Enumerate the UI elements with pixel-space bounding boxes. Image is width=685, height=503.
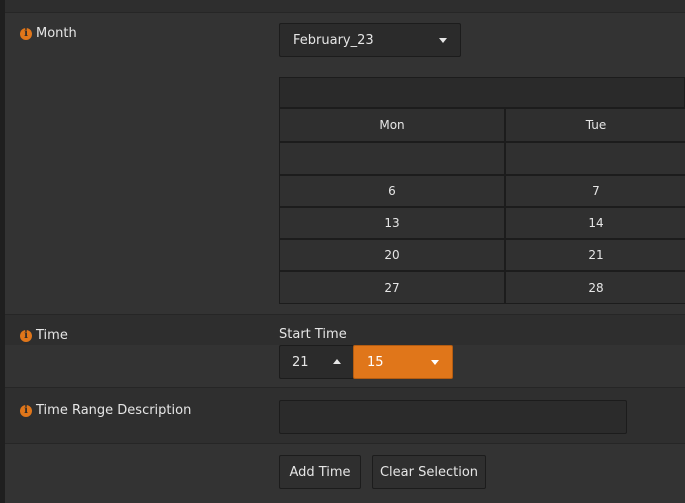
range-label: i Time Range Description xyxy=(20,403,191,418)
chevron-down-icon xyxy=(431,360,439,365)
hour-select[interactable]: 21 xyxy=(279,345,354,379)
calendar-day[interactable]: 20 xyxy=(280,240,506,272)
calendar-header-bar xyxy=(280,78,684,109)
calendar-header-tue: Tue xyxy=(506,109,685,143)
time-label: i Time xyxy=(20,328,68,343)
top-row xyxy=(5,0,685,12)
calendar-day[interactable]: 6 xyxy=(280,176,506,208)
chevron-down-icon xyxy=(439,38,447,43)
start-time-label: Start Time xyxy=(279,327,347,342)
hour-value: 21 xyxy=(292,354,309,370)
calendar-grid: Mon Tue 6 7 13 14 20 21 27 28 xyxy=(279,77,685,304)
calendar-day[interactable]: 28 xyxy=(506,272,685,303)
time-label-text: Time xyxy=(36,328,68,343)
calendar-day[interactable]: 14 xyxy=(506,208,685,240)
info-icon[interactable]: i xyxy=(20,27,32,40)
month-label-text: Month xyxy=(36,26,77,41)
calendar-day[interactable] xyxy=(506,143,685,176)
calendar-day[interactable]: 27 xyxy=(280,272,506,303)
minute-select[interactable]: 15 xyxy=(353,345,453,379)
info-icon[interactable]: i xyxy=(20,404,32,417)
calendar-day[interactable]: 21 xyxy=(506,240,685,272)
calendar-day[interactable]: 13 xyxy=(280,208,506,240)
info-icon[interactable]: i xyxy=(20,329,32,342)
minute-value: 15 xyxy=(367,354,384,370)
range-label-text: Time Range Description xyxy=(36,403,192,418)
calendar-header-mon: Mon xyxy=(280,109,506,143)
chevron-up-icon xyxy=(333,359,341,364)
calendar-day[interactable] xyxy=(280,143,506,176)
calendar-day[interactable]: 7 xyxy=(506,176,685,208)
clear-selection-button[interactable]: Clear Selection xyxy=(372,455,486,489)
month-select-value: February_23 xyxy=(293,32,374,48)
month-label: i Month xyxy=(20,26,77,41)
month-select[interactable]: February_23 xyxy=(279,23,461,57)
add-time-button[interactable]: Add Time xyxy=(279,455,361,489)
range-description-input[interactable] xyxy=(279,400,627,434)
